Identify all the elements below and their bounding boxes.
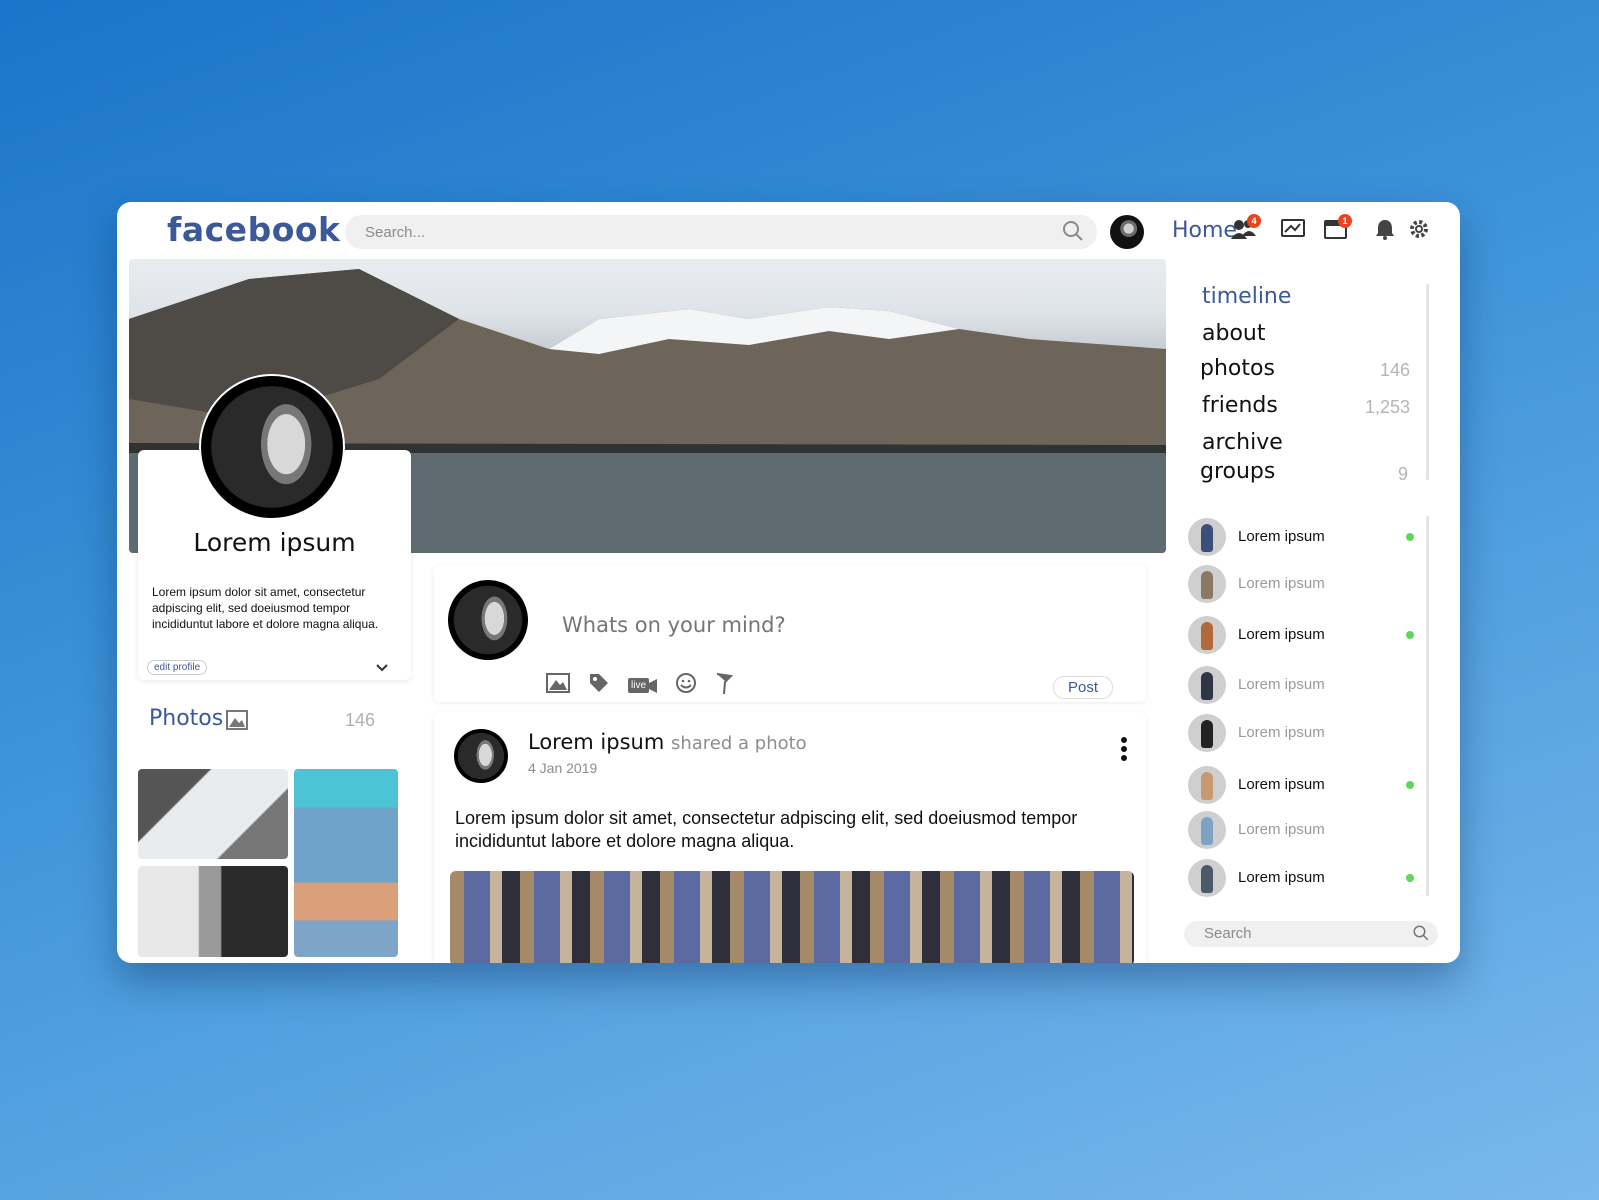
app-window: facebook Search... Home 4 1 Lorem ipsum … <box>117 202 1460 963</box>
top-search-bar[interactable]: Search... <box>345 215 1097 249</box>
contact-name: Lorem ipsum <box>1238 575 1325 592</box>
contact-avatar <box>1188 565 1226 603</box>
gear-icon[interactable] <box>1407 216 1437 246</box>
composer-tools: live <box>546 672 734 699</box>
post-date: 4 Jan 2019 <box>528 760 598 776</box>
search-icon[interactable] <box>1061 219 1085 247</box>
events-icon[interactable]: 1 <box>1323 214 1353 246</box>
friends-badge: 4 <box>1247 214 1261 228</box>
friends-icon[interactable]: 4 <box>1230 214 1261 246</box>
profile-bio: Lorem ipsum dolor sit amet, consectetur … <box>152 585 379 631</box>
online-indicator <box>1406 874 1414 882</box>
post-action: shared a photo <box>670 733 807 754</box>
nav-item-about[interactable]: about <box>1202 321 1265 346</box>
contact-avatar <box>1188 714 1226 752</box>
photos-title[interactable]: Photos <box>149 706 223 731</box>
emoji-icon[interactable] <box>675 672 697 699</box>
contact-avatar <box>1188 766 1226 804</box>
contact-name: Lorem ipsum <box>1238 724 1325 741</box>
nav-count-friends: 1,253 <box>1364 397 1410 417</box>
contact-name: Lorem ipsum <box>1238 776 1325 793</box>
contact-item[interactable]: Lorem ipsum <box>1188 859 1428 897</box>
flag-icon[interactable] <box>715 672 734 699</box>
profile-nav: timeline about photos 146 friends 1,253 … <box>1180 270 1446 490</box>
search-icon[interactable] <box>1412 924 1430 946</box>
composer-input[interactable] <box>562 613 1082 637</box>
live-video-icon[interactable]: live <box>628 678 658 693</box>
nav-item-label: photos <box>1200 356 1275 381</box>
bell-icon[interactable] <box>1373 216 1403 246</box>
events-badge: 1 <box>1338 214 1352 228</box>
contact-name: Lorem ipsum <box>1238 676 1325 693</box>
post-author[interactable]: Lorem ipsum <box>528 730 664 754</box>
profile-name: Lorem ipsum <box>193 528 356 557</box>
image-icon <box>226 710 248 735</box>
contact-name: Lorem ipsum <box>1238 528 1325 545</box>
composer-avatar <box>448 580 528 660</box>
nav-item-timeline[interactable]: timeline <box>1202 284 1291 309</box>
online-indicator <box>1406 631 1414 639</box>
contact-item[interactable]: Lorem ipsum <box>1188 666 1428 704</box>
nav-item-photos[interactable]: photos <box>1200 356 1275 381</box>
contacts-search[interactable]: Search <box>1184 921 1438 947</box>
contacts-panel: Lorem ipsum Lorem ipsum Lorem ipsum Lore… <box>1180 504 1446 963</box>
contact-avatar <box>1188 666 1226 704</box>
nav-item-label: archive <box>1202 430 1283 455</box>
contact-avatar <box>1188 616 1226 654</box>
online-indicator <box>1406 533 1414 541</box>
post-author-avatar[interactable] <box>454 729 508 783</box>
photo-thumbnail[interactable] <box>294 769 398 957</box>
chevron-down-icon[interactable] <box>375 660 389 678</box>
nav-item-label: about <box>1202 321 1266 346</box>
contact-name: Lorem ipsum <box>1238 869 1325 886</box>
nav-count-photos: 146 <box>1379 360 1410 380</box>
profile-avatar[interactable] <box>199 374 345 520</box>
nav-count-groups: 9 <box>1397 464 1408 484</box>
more-options-icon[interactable] <box>1120 736 1128 767</box>
nav-item-friends[interactable]: friends <box>1202 393 1278 418</box>
nav-item-groups[interactable]: groups <box>1200 459 1275 484</box>
photo-thumbnail[interactable] <box>138 769 288 859</box>
photo-thumbnail[interactable] <box>138 866 288 957</box>
edit-profile-button[interactable]: edit profile <box>147 660 208 675</box>
contact-name: Lorem ipsum <box>1238 626 1325 643</box>
user-avatar[interactable] <box>1110 215 1144 249</box>
photos-card: Photos 146 <box>138 692 411 963</box>
contact-item[interactable]: Lorem ipsum <box>1188 766 1428 804</box>
post-composer: live Post <box>434 565 1146 702</box>
tag-icon[interactable] <box>588 672 610 699</box>
online-indicator <box>1406 781 1414 789</box>
post-image[interactable] <box>450 871 1134 963</box>
contact-item[interactable]: Lorem ipsum <box>1188 565 1428 603</box>
feed-post: Lorem ipsum shared a photo 4 Jan 2019 Lo… <box>434 712 1146 963</box>
contacts-scrollbar[interactable] <box>1426 516 1429 896</box>
messages-icon[interactable] <box>1280 216 1310 246</box>
contacts-search-placeholder: Search <box>1204 925 1252 942</box>
contact-item[interactable]: Lorem ipsum <box>1188 714 1428 752</box>
nav-item-label: timeline <box>1202 284 1292 309</box>
photos-count: 146 <box>344 710 375 730</box>
live-label: live <box>628 678 650 693</box>
contact-name: Lorem ipsum <box>1238 821 1325 838</box>
nav-item-label: friends <box>1202 393 1278 418</box>
home-link[interactable]: Home <box>1172 218 1237 243</box>
contact-item[interactable]: Lorem ipsum <box>1188 811 1428 849</box>
facebook-logo[interactable]: facebook <box>167 210 340 249</box>
top-search-placeholder: Search... <box>365 223 426 241</box>
contact-item[interactable]: Lorem ipsum <box>1188 616 1428 654</box>
contact-avatar <box>1188 518 1226 556</box>
nav-item-label: groups <box>1200 459 1276 484</box>
post-header: Lorem ipsum shared a photo <box>528 730 807 754</box>
post-text: Lorem ipsum dolor sit amet, consectetur … <box>455 808 1078 851</box>
post-button[interactable]: Post <box>1052 676 1113 699</box>
contact-item[interactable]: Lorem ipsum <box>1188 518 1428 556</box>
contact-avatar <box>1188 811 1226 849</box>
nav-item-archive[interactable]: archive <box>1202 430 1283 455</box>
nav-scrollbar[interactable] <box>1426 284 1429 480</box>
contact-avatar <box>1188 859 1226 897</box>
photo-icon[interactable] <box>546 672 570 699</box>
